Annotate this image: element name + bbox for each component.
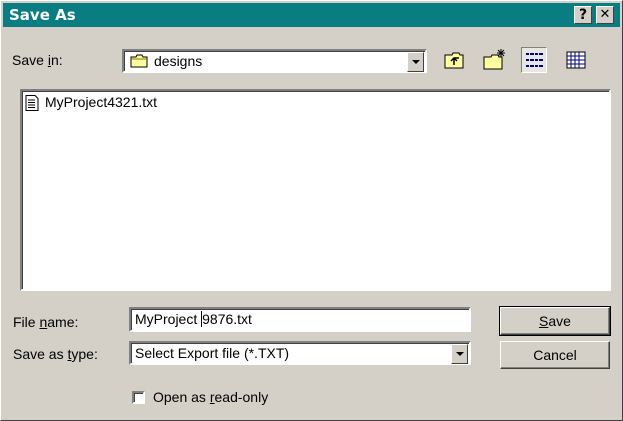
- read-only-label[interactable]: Open as read-only: [153, 389, 268, 405]
- details-view-icon: [566, 51, 586, 69]
- save-in-label: Save in:: [12, 52, 63, 68]
- file-name-value: MyProject 9876.txt: [135, 311, 252, 327]
- window-title: Save As: [9, 6, 76, 24]
- file-type-label: Save as type:: [13, 346, 98, 362]
- read-only-checkbox[interactable]: [132, 391, 145, 404]
- up-folder-icon: [444, 52, 464, 69]
- close-button[interactable]: ✕: [596, 6, 614, 24]
- save-in-dropdown-button[interactable]: [407, 52, 424, 72]
- list-view-button[interactable]: [521, 47, 547, 73]
- save-in-value: designs: [154, 53, 203, 69]
- create-new-folder-button[interactable]: [481, 47, 507, 73]
- cancel-button[interactable]: Cancel: [500, 341, 610, 369]
- list-view-icon: [526, 53, 543, 67]
- new-folder-icon: [483, 49, 505, 70]
- file-type-value: Select Export file (*.TXT): [135, 345, 290, 361]
- folder-icon: [130, 54, 148, 68]
- file-name-label: File name:: [13, 314, 79, 330]
- up-one-level-button[interactable]: [441, 47, 467, 73]
- help-button[interactable]: ?: [574, 6, 592, 24]
- file-type-dropdown-button[interactable]: [451, 344, 468, 364]
- save-as-dialog: Save As ? ✕ Save in: designs MyProject43…: [0, 0, 623, 421]
- details-view-button[interactable]: [563, 47, 589, 73]
- text-cursor: 9876.txt: [201, 311, 252, 327]
- file-list[interactable]: MyProject4321.txt: [20, 89, 611, 291]
- text-file-icon: [25, 95, 39, 111]
- save-button[interactable]: Save: [499, 306, 611, 336]
- file-name: MyProject4321.txt: [45, 94, 158, 110]
- save-in-combo[interactable]: designs: [122, 49, 427, 73]
- file-type-combo[interactable]: Select Export file (*.TXT): [129, 341, 471, 365]
- title-bar: Save As ? ✕: [3, 3, 620, 27]
- file-name-input[interactable]: MyProject 9876.txt: [129, 307, 471, 332]
